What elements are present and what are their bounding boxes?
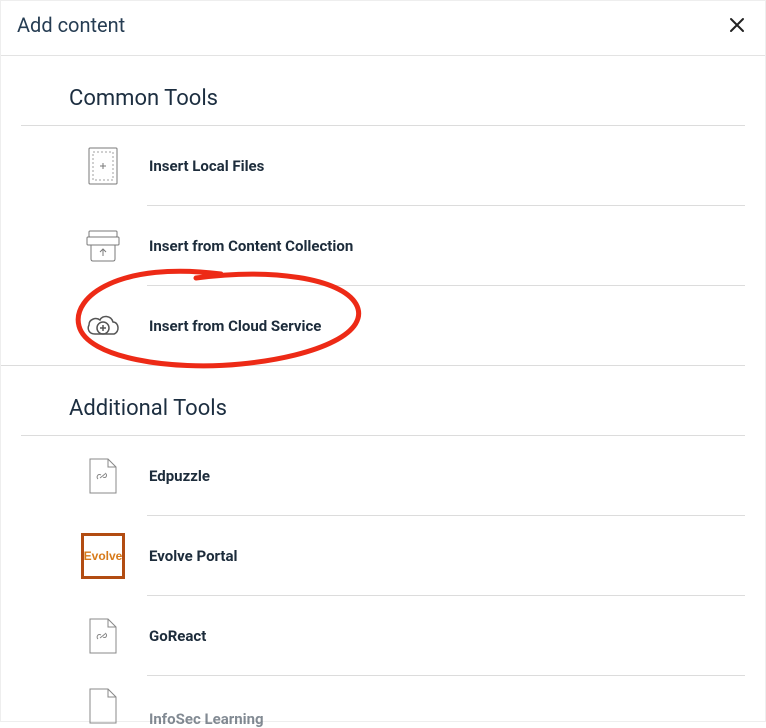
section-additional-tools: Additional Tools Edpuzzle Evolve Evolve [21,396,745,728]
document-link-icon [81,614,125,658]
common-tools-list: Insert Local Files Insert from Content C… [21,126,745,366]
close-button[interactable] [725,13,749,37]
section-common-tools: Common Tools Insert Local Files [21,86,745,366]
tool-edpuzzle[interactable]: Edpuzzle [21,436,745,516]
content-collection-icon [81,224,125,268]
tool-label: Insert from Content Collection [149,237,353,255]
file-icon [81,144,125,188]
tool-insert-local-files[interactable]: Insert Local Files [21,126,745,206]
tool-goreact[interactable]: GoReact [21,596,745,676]
tool-insert-content-collection[interactable]: Insert from Content Collection [21,206,745,286]
evolve-icon: Evolve [81,534,125,578]
dialog-body: Common Tools Insert Local Files [1,56,765,728]
tool-label: InfoSec Learning [149,710,264,728]
document-link-icon [81,684,125,728]
evolve-badge-text: Evolve [81,533,126,579]
tool-label: Evolve Portal [149,547,237,565]
tool-label: Insert Local Files [149,157,264,175]
divider [1,365,745,366]
document-link-icon [81,454,125,498]
section-heading-additional: Additional Tools [21,396,745,436]
tool-label: GoReact [149,627,206,645]
section-heading-common: Common Tools [21,86,745,126]
cloud-plus-icon [81,304,125,348]
tool-evolve-portal[interactable]: Evolve Evolve Portal [21,516,745,596]
additional-tools-list: Edpuzzle Evolve Evolve Portal [21,436,745,728]
dialog-title: Add content [17,13,125,37]
dialog-header: Add content [1,1,765,56]
close-icon [729,17,745,33]
tool-insert-cloud-service[interactable]: Insert from Cloud Service [21,286,745,366]
tool-infosec-learning[interactable]: InfoSec Learning [21,676,745,728]
tool-label: Insert from Cloud Service [149,317,321,335]
tool-label: Edpuzzle [149,467,210,485]
